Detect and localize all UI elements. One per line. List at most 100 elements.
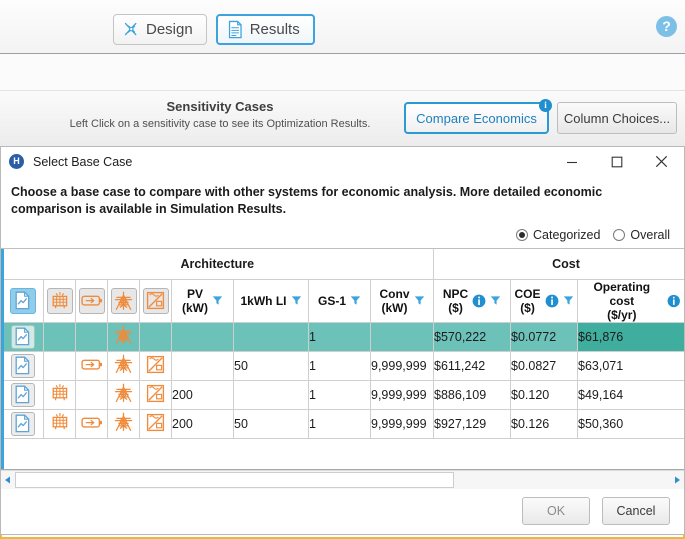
help-icon[interactable]: ? — [656, 16, 677, 37]
cell-pv[interactable] — [171, 321, 234, 352]
cell-li[interactable]: 50 — [233, 408, 309, 439]
scroll-left-button[interactable] — [1, 471, 15, 489]
column-header-bat_ico[interactable] — [75, 278, 108, 323]
cell-opcost[interactable]: $49,164 — [577, 379, 684, 410]
ok-button[interactable]: OK — [522, 497, 590, 525]
cell-coe[interactable]: $0.0827 — [510, 350, 579, 381]
column-header-li[interactable]: 1kWh LI — [233, 278, 309, 323]
cell-opcost[interactable]: $50,360 — [577, 408, 684, 439]
main-tab-strip: Design Results — [113, 14, 315, 45]
minimize-button[interactable] — [549, 147, 594, 176]
column-choices-button[interactable]: Column Choices... — [557, 102, 677, 134]
column-header-coe-label: COE ($) — [514, 286, 541, 315]
row-report-button[interactable] — [10, 353, 35, 378]
column-header-gs1[interactable]: GS-1 — [308, 278, 371, 323]
radio-overall[interactable]: Overall — [613, 228, 670, 242]
row-report-button-cell[interactable] — [1, 321, 44, 352]
cell-li[interactable] — [233, 379, 309, 410]
cell-npc[interactable]: $611,242 — [433, 350, 512, 381]
scrollbar-thumb[interactable] — [15, 472, 454, 488]
design-icon — [124, 22, 137, 36]
column-header-select[interactable] — [1, 278, 44, 323]
grid-tower-icon — [114, 383, 133, 403]
table-row[interactable]: 50 1 9,999,999 $611,242 $0.0827 $63,071 — [1, 350, 684, 381]
filter-icon[interactable] — [563, 295, 574, 306]
report-document-icon — [15, 291, 30, 310]
column-header-li-label: 1kWh LI — [240, 293, 287, 308]
cell-conv[interactable] — [369, 321, 435, 352]
cell-pv[interactable]: 200 — [171, 379, 234, 410]
column-header-coe[interactable]: COE ($) — [510, 278, 579, 323]
close-button[interactable] — [639, 147, 684, 176]
cancel-button[interactable]: Cancel — [602, 497, 670, 525]
dialog-title-bar[interactable]: H Select Base Case — [1, 147, 684, 176]
row-report-button-cell[interactable] — [1, 408, 44, 439]
filter-icon[interactable] — [212, 295, 223, 306]
radio-categorized[interactable]: Categorized — [516, 228, 600, 242]
cell-pv[interactable]: 200 — [171, 408, 234, 439]
row-report-button-cell[interactable] — [1, 379, 44, 410]
cell-li[interactable]: 50 — [233, 350, 309, 381]
cell-gs1[interactable]: 1 — [308, 408, 371, 439]
cell-conv[interactable]: 9,999,999 — [369, 350, 435, 381]
info-icon[interactable] — [545, 294, 559, 308]
column-header-opcost[interactable]: Operating cost ($/yr) — [577, 278, 684, 323]
column-header-pv_ico[interactable] — [43, 278, 76, 323]
row-report-button[interactable] — [10, 382, 35, 407]
row-grid-icon-cell — [107, 321, 140, 352]
row-report-button[interactable] — [10, 411, 35, 436]
column-header-conv_ico[interactable] — [139, 278, 172, 323]
cell-npc[interactable]: $886,109 — [433, 379, 512, 410]
row-report-button[interactable] — [10, 324, 35, 349]
filter-icon[interactable] — [291, 295, 302, 306]
horizontal-scrollbar[interactable] — [1, 470, 684, 489]
row-report-button-cell[interactable] — [1, 350, 44, 381]
cell-coe[interactable]: $0.0772 — [510, 321, 579, 352]
scroll-right-button[interactable] — [670, 471, 684, 489]
table-row[interactable]: 200 1 9,999,999 $886,109 $0.120 $49,164 — [1, 379, 684, 410]
filter-icon[interactable] — [350, 295, 361, 306]
compare-economics-button[interactable]: Compare Economics i — [404, 99, 552, 134]
cell-pv[interactable] — [171, 350, 234, 381]
cell-gs1[interactable]: 1 — [308, 321, 371, 352]
group-header-cost: Cost — [433, 249, 684, 280]
report-document-icon — [15, 356, 30, 375]
row-pv-icon-cell — [43, 350, 76, 381]
cell-npc[interactable]: $570,222 — [433, 321, 512, 352]
tab-design[interactable]: Design — [113, 14, 207, 45]
row-battery-icon-cell — [75, 379, 108, 410]
cell-npc[interactable]: $927,129 — [433, 408, 512, 439]
base-case-grid: Architecture Cost PV (kW) 1kWh LI GS-1 C… — [1, 249, 684, 439]
column-header-gen_ico[interactable] — [107, 278, 140, 323]
info-icon[interactable] — [667, 294, 680, 308]
maximize-button[interactable] — [594, 147, 639, 176]
column-header-npc[interactable]: NPC ($) — [433, 278, 512, 323]
compare-economics-info-icon[interactable]: i — [539, 99, 552, 112]
cell-opcost[interactable]: $63,071 — [577, 350, 684, 381]
tab-results[interactable]: Results — [215, 14, 315, 45]
cell-coe[interactable]: $0.126 — [510, 408, 579, 439]
info-icon[interactable] — [472, 294, 486, 308]
solar-panel-icon-wrap — [46, 287, 73, 314]
column-header-pv[interactable]: PV (kW) — [171, 278, 234, 323]
ok-label: OK — [546, 504, 566, 518]
cell-coe[interactable]: $0.120 — [510, 379, 579, 410]
select-base-case-dialog: H Select Base Case Choose a base case to… — [0, 146, 685, 535]
report-document-icon — [15, 385, 30, 404]
cancel-label: Cancel — [616, 504, 656, 518]
scrollbar-track[interactable] — [15, 471, 670, 489]
table-row[interactable]: 1 $570,222 $0.0772 $61,876 — [1, 321, 684, 352]
close-icon — [655, 155, 668, 168]
cell-opcost[interactable]: $61,876 — [577, 321, 684, 352]
cell-conv[interactable]: 9,999,999 — [369, 379, 435, 410]
column-header-conv[interactable]: Conv (kW) — [369, 278, 435, 323]
filter-icon[interactable] — [490, 295, 501, 306]
report-document-icon — [15, 327, 30, 346]
filter-icon[interactable] — [414, 295, 425, 306]
cell-gs1[interactable]: 1 — [308, 350, 371, 381]
converter-icon-wrap — [142, 287, 169, 314]
cell-gs1[interactable]: 1 — [308, 379, 371, 410]
cell-conv[interactable]: 9,999,999 — [369, 408, 435, 439]
cell-li[interactable] — [233, 321, 309, 352]
table-row[interactable]: 200 50 1 9,999,999 $927,129 $0.126 $50,360 — [1, 408, 684, 439]
